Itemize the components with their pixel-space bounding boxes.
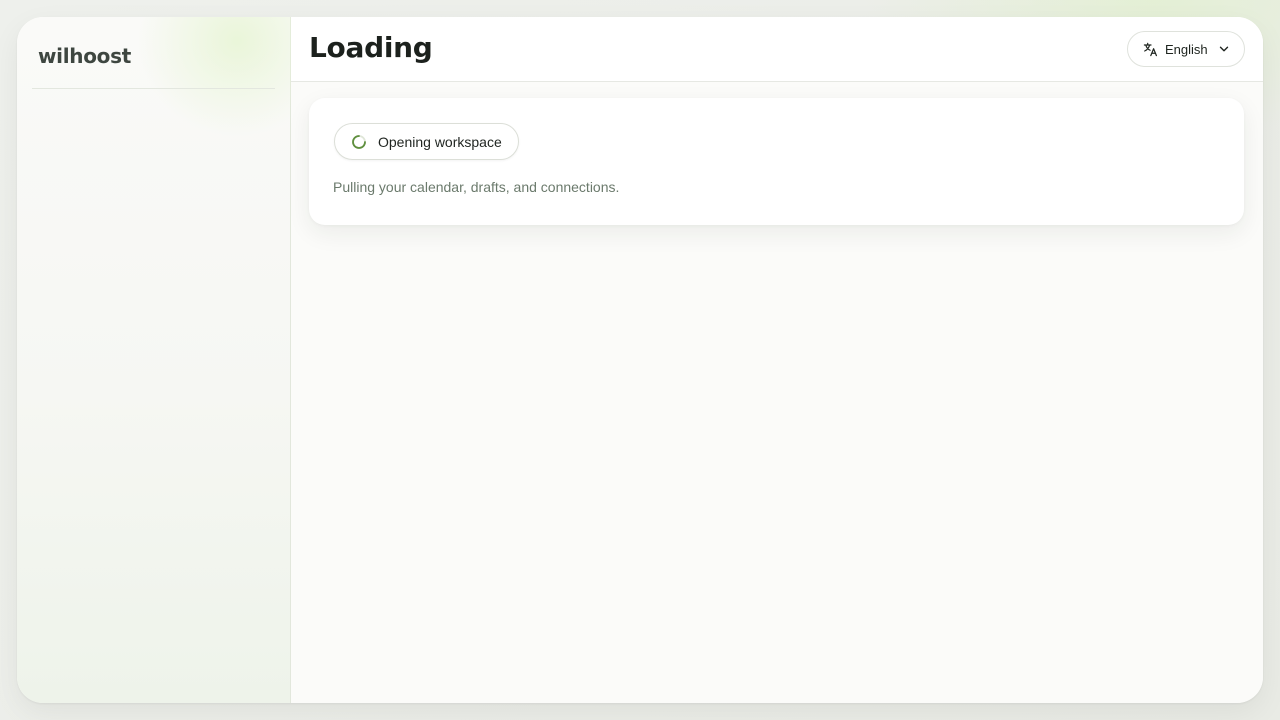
sidebar: wilhoost [17,17,337,703]
app-window: wilhoost Loading English Opening workspa… [17,17,1263,703]
translate-icon [1143,42,1158,57]
brand-logo[interactable]: wilhoost [38,44,131,68]
top-bar: Loading English [291,17,1263,82]
spinner-icon [351,134,367,150]
language-selector[interactable]: English [1127,31,1245,67]
loading-description: Pulling your calendar, drafts, and conne… [333,179,620,195]
main-content: Loading English Opening workspace Pullin… [291,17,1263,703]
loading-card: Opening workspace Pulling your calendar,… [309,98,1244,225]
page-title: Loading [309,31,433,64]
language-label: English [1165,41,1208,57]
chevron-down-icon [1218,43,1230,55]
sidebar-header: wilhoost [32,17,275,89]
loading-status-label: Opening workspace [378,133,502,150]
loading-status-pill: Opening workspace [334,123,519,160]
